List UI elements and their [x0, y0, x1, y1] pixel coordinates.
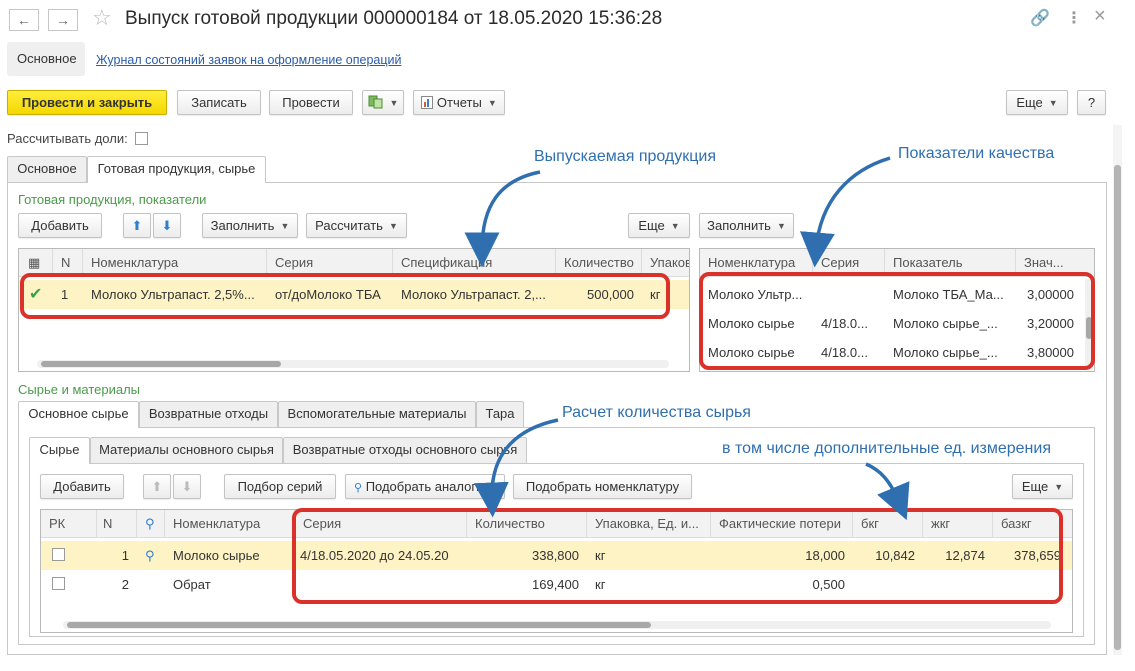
arrow-output-product — [464, 170, 541, 268]
arrow-quality — [799, 156, 891, 268]
arrow-raw-calc — [473, 418, 559, 518]
annotation-arrows — [464, 156, 910, 521]
arrow-extra-units — [865, 462, 910, 521]
